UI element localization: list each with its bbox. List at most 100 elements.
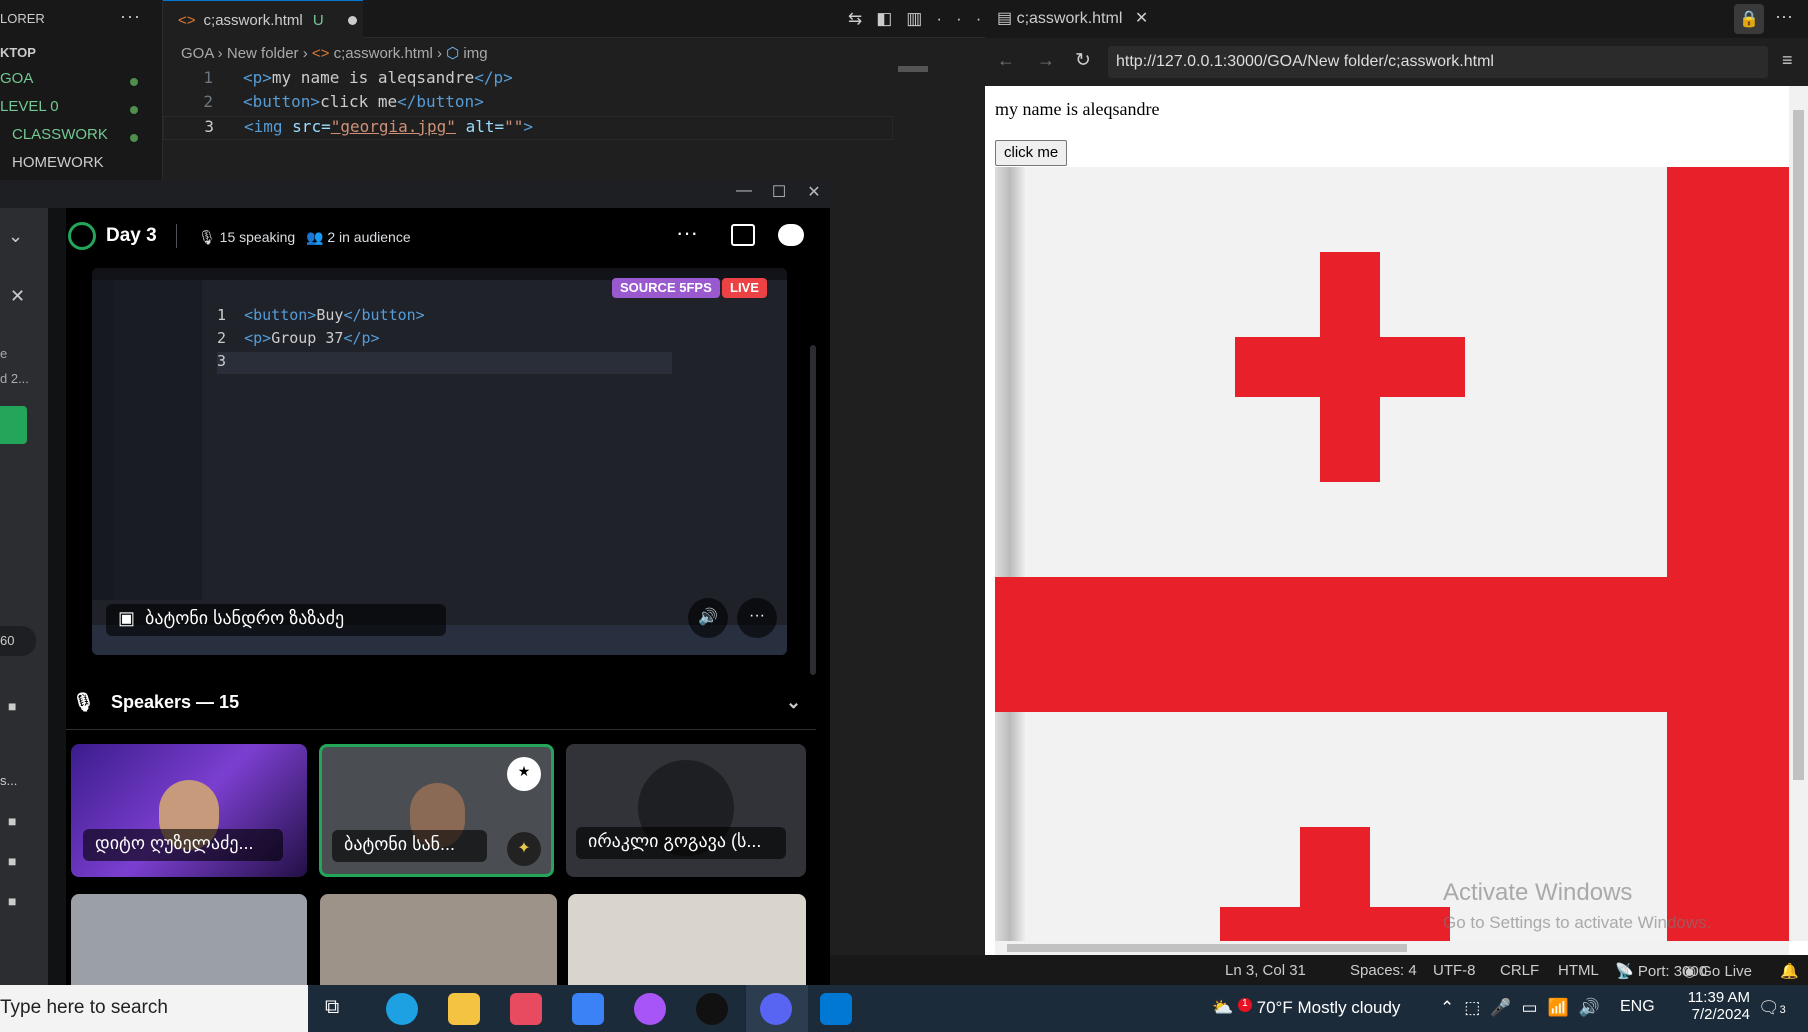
horizontal-scrollbar[interactable] bbox=[995, 941, 1789, 955]
vscode-icon[interactable] bbox=[820, 993, 852, 1025]
speaker-tile[interactable] bbox=[568, 894, 806, 985]
tree-item-homework[interactable]: HOMEWORK bbox=[12, 154, 104, 180]
speaker-name: დიტო ღუზელაძე... bbox=[83, 829, 283, 861]
streamer-name: ▣ ბატონი სანდრო ზაზაძე bbox=[106, 604, 446, 636]
statusbar-left bbox=[830, 955, 985, 985]
forward-icon[interactable]: → bbox=[1037, 50, 1055, 71]
flag-pole bbox=[995, 167, 1025, 941]
more-options-icon[interactable]: ··· bbox=[1775, 6, 1793, 27]
tab-classwork[interactable]: <> c;asswork.html U bbox=[163, 0, 363, 38]
tiktok-icon[interactable] bbox=[696, 993, 728, 1025]
shared-sidebar bbox=[114, 280, 202, 600]
speaker-tile[interactable] bbox=[320, 894, 557, 985]
indentation[interactable]: Spaces: 4 bbox=[1350, 962, 1417, 979]
notification-icon[interactable]: 🗨3 bbox=[1758, 998, 1786, 1018]
code-line-3[interactable]: 3 <img src="georgia.jpg" alt=""> bbox=[163, 116, 893, 140]
flag-small-cross bbox=[1235, 337, 1465, 397]
system-tray-icons[interactable]: ⌃⬚🎤▭📶🔊 bbox=[1440, 998, 1610, 1018]
line-ending[interactable]: CRLF bbox=[1500, 962, 1539, 979]
camera-icon[interactable]: ■ bbox=[8, 698, 16, 714]
microphone-icon: 🎙 bbox=[198, 229, 216, 245]
speaker-tile[interactable]: დიტო ღუზელაძე... bbox=[71, 744, 307, 877]
edge-icon[interactable] bbox=[386, 993, 418, 1025]
minimap[interactable] bbox=[898, 66, 928, 72]
scrollbar[interactable] bbox=[810, 345, 816, 675]
minimize-icon[interactable]: — bbox=[730, 182, 758, 206]
mail-icon[interactable] bbox=[572, 993, 604, 1025]
antenna-icon: 📡 bbox=[1615, 963, 1634, 980]
reload-icon[interactable]: ↻ bbox=[1075, 49, 1091, 72]
page-paragraph: my name is aleqsandre bbox=[995, 99, 1160, 119]
editor-actions[interactable]: ⇆◧▥··· bbox=[848, 9, 995, 29]
back-icon[interactable]: ← bbox=[997, 50, 1015, 71]
tree-item-level0[interactable]: LEVEL 0 bbox=[0, 98, 59, 124]
screen-icon: ▣ bbox=[118, 608, 136, 628]
discord-icon[interactable] bbox=[760, 993, 792, 1025]
people-icon: 👥 bbox=[306, 229, 324, 245]
language-indicator[interactable]: ENG bbox=[1620, 998, 1655, 1016]
lock-icon[interactable]: 🔒 bbox=[1734, 4, 1764, 34]
camera-icon[interactable]: ■ bbox=[8, 813, 16, 829]
screenshare-video[interactable]: SOURCE 5FPS LIVE 1 <button>Buy</button> … bbox=[92, 268, 787, 655]
close-icon[interactable]: ✕ bbox=[1135, 10, 1148, 27]
editor-tabbar: <> c;asswork.html U ⇆◧▥··· bbox=[163, 0, 985, 38]
close-icon[interactable]: ✕ bbox=[10, 286, 25, 307]
browser-tab[interactable]: ▤ c;asswork.html ✕ bbox=[997, 8, 1148, 28]
join-button[interactable] bbox=[0, 406, 27, 444]
chevron-down-icon[interactable]: ⌄ bbox=[8, 226, 23, 247]
messenger-icon[interactable] bbox=[634, 993, 666, 1025]
browser-tabbar: ▤ c;asswork.html ✕ 🔒 ··· bbox=[985, 0, 1808, 38]
activity-icon: ✦ bbox=[507, 832, 541, 866]
tree-item-classwork[interactable]: CLASSWORK bbox=[12, 126, 108, 152]
language-mode[interactable]: HTML bbox=[1558, 962, 1599, 979]
cursor-position[interactable]: Ln 3, Col 31 bbox=[1225, 962, 1306, 979]
stage-title: Day 3 bbox=[106, 225, 157, 246]
click-me-button[interactable]: click me bbox=[995, 140, 1068, 166]
bell-icon[interactable]: 🔔 bbox=[1780, 962, 1799, 980]
element-icon: ⬡ bbox=[446, 45, 460, 62]
explorer-more-icon[interactable]: ··· bbox=[120, 6, 141, 27]
vertical-scrollbar[interactable] bbox=[1789, 86, 1808, 941]
speakers-header[interactable]: 🎙 Speakers — 15 ⌄ bbox=[66, 685, 816, 730]
store-icon[interactable] bbox=[510, 993, 542, 1025]
speaker-tile-active[interactable]: ★ ბატონი სან... ✦ bbox=[319, 744, 554, 877]
camera-icon[interactable]: ■ bbox=[8, 853, 16, 869]
code-line-1[interactable]: 1 <p>my name is aleqsandre</p> bbox=[163, 68, 512, 92]
clock[interactable]: 11:39 AM 7/2/2024 bbox=[1670, 989, 1750, 1023]
georgia-flag-image bbox=[995, 167, 1790, 941]
divider bbox=[176, 224, 177, 248]
camera-icon[interactable]: ■ bbox=[8, 893, 16, 909]
task-view-icon[interactable]: ⧉ bbox=[325, 996, 339, 1019]
tree-item-goa[interactable]: GOA bbox=[0, 70, 33, 96]
taskbar-search-input[interactable]: Type here to search bbox=[0, 985, 308, 1032]
shared-code-line-2: 2 <p>Group 37</p> bbox=[217, 329, 380, 347]
more-options-icon[interactable]: ··· bbox=[737, 598, 777, 638]
speaker-tile[interactable]: ირაკლი გოგავა (ს... bbox=[566, 744, 806, 877]
inbox-icon[interactable] bbox=[731, 224, 755, 246]
weather-widget[interactable]: ⛅ 1 70°F Mostly cloudy bbox=[1212, 998, 1400, 1018]
live-badge: LIVE bbox=[722, 278, 767, 298]
discord-titlebar bbox=[0, 180, 830, 208]
scroll-thumb[interactable] bbox=[1007, 944, 1407, 952]
encoding[interactable]: UTF-8 bbox=[1433, 962, 1476, 979]
code-line-2[interactable]: 2 <button>click me</button> bbox=[163, 92, 483, 116]
unsaved-dot-icon[interactable] bbox=[347, 16, 357, 25]
html-file-icon: <> bbox=[311, 45, 330, 62]
close-icon[interactable]: ✕ bbox=[800, 182, 828, 206]
speaker-tile[interactable] bbox=[71, 894, 307, 985]
git-modified-dot bbox=[130, 106, 138, 114]
chat-icon[interactable] bbox=[778, 224, 804, 246]
chevron-down-icon[interactable]: ⌄ bbox=[786, 692, 801, 713]
volume-icon[interactable]: 🔊 bbox=[688, 598, 728, 638]
file-explorer-icon[interactable] bbox=[448, 993, 480, 1025]
menu-icon[interactable]: ≡ bbox=[1782, 50, 1793, 71]
more-options-icon[interactable]: ··· bbox=[676, 220, 698, 246]
url-input[interactable]: http://127.0.0.1:3000/GOA/New folder/c;a… bbox=[1108, 46, 1768, 78]
maximize-icon[interactable]: ☐ bbox=[765, 182, 793, 206]
scroll-thumb[interactable] bbox=[1793, 110, 1804, 780]
discord-channel-sidebar: ⌄ ✕ e d 2... 60 ■ s... ■ ■ ■ bbox=[0, 208, 48, 985]
weather-cloudy-icon: ⛅ bbox=[1212, 998, 1234, 1017]
tree-root[interactable]: KTOP bbox=[0, 45, 36, 71]
go-live-button[interactable]: ◉ Go Live bbox=[1683, 962, 1752, 980]
vscode-statusbar: Ln 3, Col 31 Spaces: 4 UTF-8 CRLF HTML 📡… bbox=[985, 955, 1808, 985]
